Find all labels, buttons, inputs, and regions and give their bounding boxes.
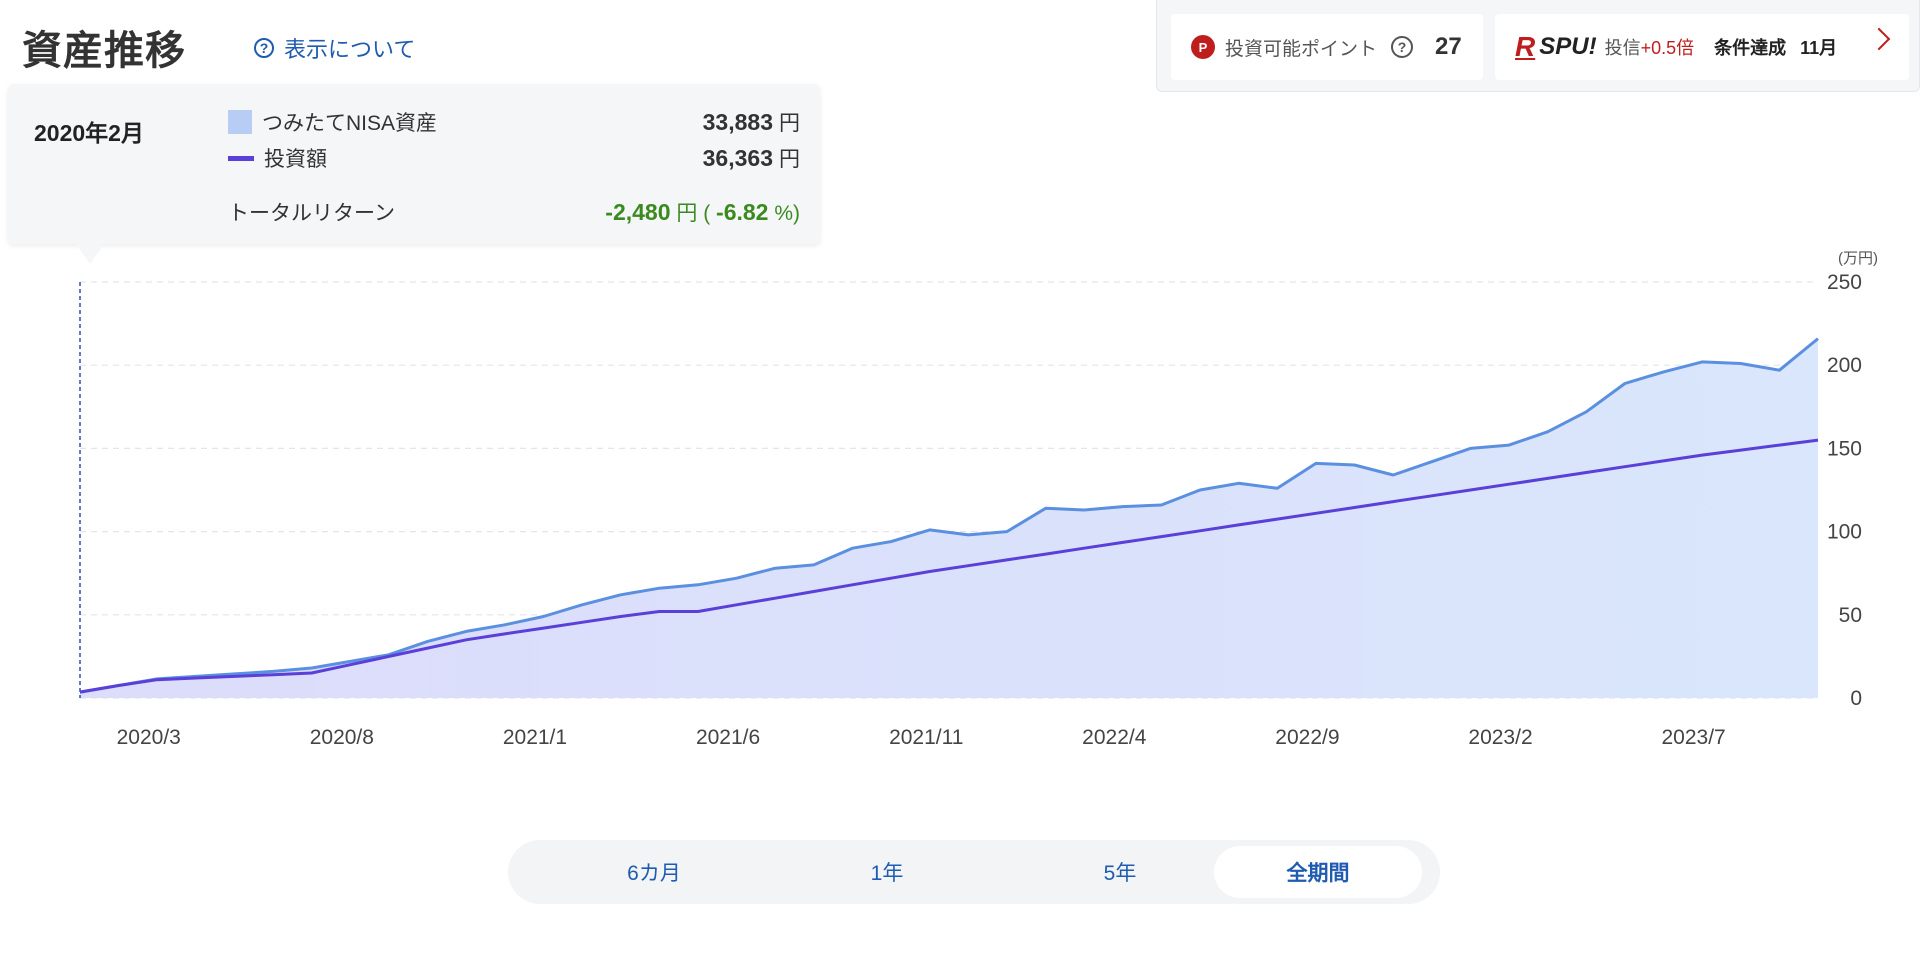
x-tick-label: 2023/7 xyxy=(1662,726,1726,749)
tooltip-asset-label: つみたてNISA資産 xyxy=(262,112,438,135)
asset-legend-swatch xyxy=(228,110,252,134)
x-tick-label: 2021/11 xyxy=(889,726,963,749)
x-tick-label: 2021/6 xyxy=(696,726,760,749)
x-tick-label: 2023/2 xyxy=(1468,726,1532,749)
tooltip-investment-label: 投資額 xyxy=(264,148,327,171)
y-tick-label: 150 xyxy=(1827,437,1862,460)
return-unit: 円 xyxy=(676,202,698,225)
tooltip-asset-row: つみたてNISA資産 33,883 円 xyxy=(228,104,800,140)
period-1-year-button[interactable]: 1年 xyxy=(783,846,991,898)
y-axis-unit: (万円) xyxy=(1838,250,1878,267)
asset-area xyxy=(80,338,1818,698)
return-pct-close: %) xyxy=(774,202,800,225)
y-tick-label: 0 xyxy=(1850,687,1862,710)
y-tick-label: 50 xyxy=(1839,604,1862,627)
return-pct-open: ( xyxy=(703,202,711,225)
investment-legend-swatch xyxy=(228,155,254,161)
tooltip-return-row: トータルリターン -2,480 円 ( -6.82 %) xyxy=(228,194,800,230)
return-amount: -2,480 xyxy=(605,199,671,225)
x-tick-label: 2021/1 xyxy=(503,726,567,749)
tooltip-investment-row: 投資額 36,363 円 xyxy=(228,140,800,176)
period-5-years-button[interactable]: 5年 xyxy=(1016,846,1224,898)
tooltip-date: 2020年2月 xyxy=(34,120,144,146)
return-percent: -6.82 xyxy=(716,199,769,225)
period-all-button[interactable]: 全期間 xyxy=(1214,846,1422,898)
x-tick-label: 2020/8 xyxy=(310,726,374,749)
x-tick-label: 2020/3 xyxy=(117,726,181,749)
tooltip-investment-unit: 円 xyxy=(779,148,800,171)
period-6-months-button[interactable]: 6カ月 xyxy=(550,846,758,898)
tooltip-asset-unit: 円 xyxy=(779,112,800,135)
period-selector: 6カ月 1年 5年 全期間 xyxy=(508,840,1440,904)
y-tick-label: 100 xyxy=(1827,521,1862,544)
tooltip-investment-value: 36,363 xyxy=(702,144,773,171)
y-tick-label: 250 xyxy=(1827,271,1862,294)
x-tick-label: 2022/9 xyxy=(1275,726,1339,749)
tooltip-return-label: トータルリターン xyxy=(228,202,395,225)
tooltip-return-value: -2,480 円 ( -6.82 %) xyxy=(605,197,800,227)
y-tick-label: 200 xyxy=(1827,354,1862,377)
tooltip-asset-value: 33,883 xyxy=(702,108,773,135)
x-tick-label: 2022/4 xyxy=(1082,726,1147,749)
chart-tooltip: 2020年2月 トータルリターン -2,480 円 ( -6.82 %) つみた… xyxy=(8,84,820,264)
